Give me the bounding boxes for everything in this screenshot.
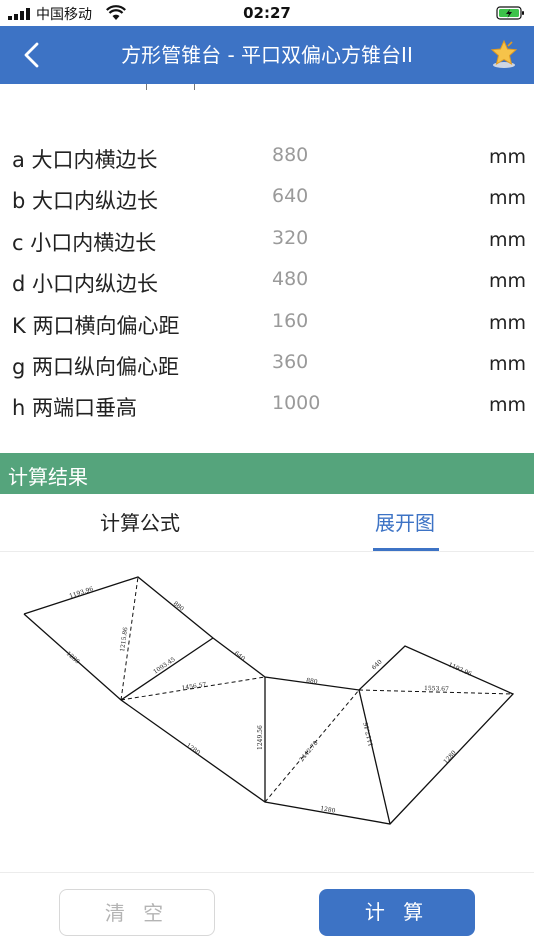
diagram-edge xyxy=(120,637,214,701)
dimension-label: 1093.45 xyxy=(152,656,177,676)
active-tab-indicator xyxy=(373,548,439,551)
result-title: 计算结果 xyxy=(8,465,88,489)
dimension-label: 1280 xyxy=(65,650,81,665)
param-unit: mm xyxy=(488,311,526,334)
param-row-h: h 两端口垂高 mm xyxy=(0,386,534,427)
diagram-outline-left xyxy=(23,576,515,825)
dimension-label: 1456.57 xyxy=(181,681,207,692)
dimension-label: 1280 xyxy=(442,749,458,765)
result-tabs: 计算公式 展开图 xyxy=(0,494,534,552)
nav-bar: 方形管锥台 - 平口双偏心方锥台II xyxy=(0,26,534,84)
param-row-d: d 小口内纵边长 mm xyxy=(0,262,534,303)
scroll-remnant-divider xyxy=(194,84,195,90)
tab-unfold-diagram[interactable]: 展开图 xyxy=(330,494,480,552)
param-unit: mm xyxy=(488,394,526,417)
param-d-input[interactable] xyxy=(272,268,462,291)
param-row-c: c 小口内横边长 mm xyxy=(0,221,534,262)
param-a-input[interactable] xyxy=(272,144,462,166)
param-label: K 两口横向偏心距 xyxy=(12,313,180,338)
dimension-label: 1280 xyxy=(185,742,202,757)
unfold-diagram: 1193.96 880 1280 1215.86 1093.45 640 145… xyxy=(23,576,515,825)
parameter-list: a 大口内横边长 mm b 大口内纵边长 mm c 小口内横边长 mm d 小口… xyxy=(0,138,534,428)
param-label: c 小口内横边长 xyxy=(12,230,157,255)
param-unit: mm xyxy=(488,187,526,210)
param-row-a: a 大口内横边长 mm xyxy=(0,138,534,179)
param-h-input[interactable] xyxy=(272,392,462,415)
dimension-label: 1280 xyxy=(320,805,336,815)
param-unit: mm xyxy=(488,228,526,251)
dimension-label: 1553.67 xyxy=(424,685,449,693)
dimension-label: 1117.46 xyxy=(363,721,375,747)
clear-button[interactable]: 清 空 xyxy=(59,889,215,936)
param-c-input[interactable] xyxy=(272,226,462,249)
dimension-label: 880 xyxy=(306,677,318,686)
param-label: h 两端口垂高 xyxy=(12,396,137,421)
param-label: a 大口内横边长 xyxy=(12,148,158,172)
param-unit: mm xyxy=(488,146,526,168)
param-unit: mm xyxy=(488,270,526,293)
param-g-input[interactable] xyxy=(272,350,462,373)
dimension-label: 880 xyxy=(172,600,185,613)
dimension-label: 1249.56 xyxy=(257,725,264,750)
param-b-input[interactable] xyxy=(272,185,462,208)
page-title: 方形管锥台 - 平口双偏心方锥台II xyxy=(121,43,413,67)
param-k-input[interactable] xyxy=(272,309,462,332)
param-label: g 两口纵向偏心距 xyxy=(12,354,180,379)
chevron-left-icon[interactable] xyxy=(18,39,46,71)
battery-charging-icon xyxy=(496,6,524,20)
diagram-edge xyxy=(358,689,391,825)
tab-formula[interactable]: 计算公式 xyxy=(60,494,220,552)
param-unit: mm xyxy=(488,352,526,375)
param-label: d 小口内纵边长 xyxy=(12,272,159,297)
scroll-remnant-divider xyxy=(146,84,147,90)
dimension-label: 640 xyxy=(371,658,384,671)
dimension-label: 1193.96 xyxy=(68,586,94,600)
dimension-label: 2442.78 xyxy=(298,740,319,764)
param-row-g: g 两口纵向偏心距 mm xyxy=(0,345,534,386)
param-row-b: b 大口内纵边长 mm xyxy=(0,179,534,220)
star-icon[interactable] xyxy=(488,38,520,70)
status-time: 02:27 xyxy=(243,4,291,22)
status-bar: 中国移动 02:27 xyxy=(0,0,534,26)
param-row-k: K 两口横向偏心距 mm xyxy=(0,304,534,345)
param-label: b 大口内纵边长 xyxy=(12,189,159,214)
bottom-divider xyxy=(0,872,534,873)
result-section-header: 计算结果 xyxy=(0,453,534,494)
calculate-button[interactable]: 计 算 xyxy=(319,889,475,936)
dimension-label: 1193.96 xyxy=(447,661,473,678)
